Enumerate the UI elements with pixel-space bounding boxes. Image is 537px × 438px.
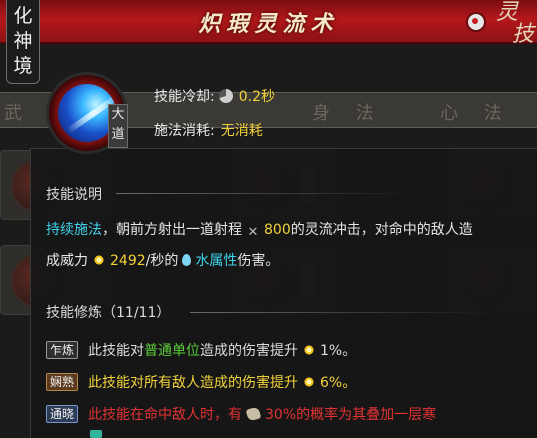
- tab-movement[interactable]: 身 法: [312, 99, 384, 125]
- cost-row: 施法消耗: 无消耗: [154, 118, 263, 142]
- realm-char-3: 境: [13, 55, 33, 77]
- clock-pie-icon: [218, 89, 233, 103]
- divider: [116, 193, 416, 194]
- cooldown-label: 技能冷却:: [154, 89, 215, 105]
- training-level-badge: 通晓: [46, 405, 79, 423]
- sun-burst-icon: [92, 253, 106, 267]
- realm-char-1: 化: [13, 5, 33, 27]
- training-text: 此技能在命中敌人时，有: [88, 407, 243, 423]
- training-item: 通晓 此技能在命中敌人时，有 30%的概率为其叠加一层寒: [46, 402, 436, 426]
- description-text: 持续施法，朝前方射出一道射程 ✕ 800的灵流冲击，对命中的敌人造 成威力 2492/…: [46, 216, 521, 275]
- grade-badge: 大 道: [108, 104, 128, 148]
- training-item: 娴熟 此技能对所有敌人造成的伤害提升 6%。: [46, 370, 356, 394]
- stone-icon: [245, 406, 262, 422]
- desc-text: ，朝前方射出一道射程: [102, 222, 242, 238]
- description-line-2: 成威力 2492/秒的 水属性伤害。: [46, 247, 521, 275]
- skill-name-title: 炽瑕灵流术: [198, 11, 339, 37]
- corner-char-1: 灵: [496, 0, 519, 25]
- record-icon[interactable]: [466, 12, 486, 32]
- crossed-arrows-icon: ✕: [247, 225, 259, 240]
- training-text: 造成的伤害提升: [200, 343, 299, 359]
- training-level-badge: 乍炼: [46, 341, 79, 359]
- training-value: 30%的概率为其叠加一层寒: [265, 407, 437, 423]
- realm-tag: 化 神 境: [6, 0, 40, 84]
- desc-text: 的灵流冲击，对命中的敌人造: [290, 222, 473, 238]
- skill-tooltip: [30, 148, 537, 438]
- frost-icon: [90, 430, 102, 438]
- training-title: 技能修炼（11/11）: [46, 305, 171, 321]
- water-drop-icon: [182, 254, 192, 266]
- description-line-1: 持续施法，朝前方射出一道射程 ✕ 800的灵流冲击，对命中的敌人造: [46, 216, 521, 247]
- divider: [190, 312, 490, 313]
- power-value: 2492: [110, 253, 146, 269]
- training-text: 此技能对所有敌人造成的伤害提升: [88, 375, 299, 391]
- training-level-badge: 娴熟: [46, 373, 79, 391]
- cooldown-value: 0.2秒: [238, 89, 275, 105]
- keyword-channel: 持续施法: [46, 222, 102, 238]
- corner-char-2: 技: [512, 22, 535, 47]
- desc-text: /秒的: [145, 253, 179, 269]
- description-title: 技能说明: [46, 187, 102, 203]
- realm-char-2: 神: [13, 30, 33, 52]
- sun-burst-icon: [302, 375, 317, 389]
- training-text: 此技能对: [88, 343, 145, 359]
- grade-char-1: 大: [111, 107, 125, 122]
- element-water: 水属性: [195, 253, 238, 269]
- tab-mind[interactable]: 心 法: [440, 99, 512, 125]
- grade-char-2: 道: [111, 127, 125, 142]
- training-keyword: 普通单位: [144, 343, 201, 359]
- corner-category-label: 灵 技: [496, 2, 536, 48]
- cost-label: 施法消耗:: [154, 123, 215, 139]
- cost-value: 无消耗: [220, 123, 263, 139]
- title-bar: 炽瑕灵流术 灵 技: [0, 0, 537, 46]
- training-value: 1%。: [320, 343, 357, 359]
- training-item: 乍炼 此技能对 普通单位 造成的伤害提升 1%。: [46, 338, 356, 362]
- range-value: 800: [264, 222, 291, 238]
- sun-burst-icon: [302, 343, 317, 357]
- desc-text: 伤害。: [237, 253, 280, 269]
- desc-text: 成威力: [46, 253, 88, 269]
- cooldown-row: 技能冷却: 0.2秒: [154, 84, 275, 108]
- training-value: 6%。: [320, 375, 357, 391]
